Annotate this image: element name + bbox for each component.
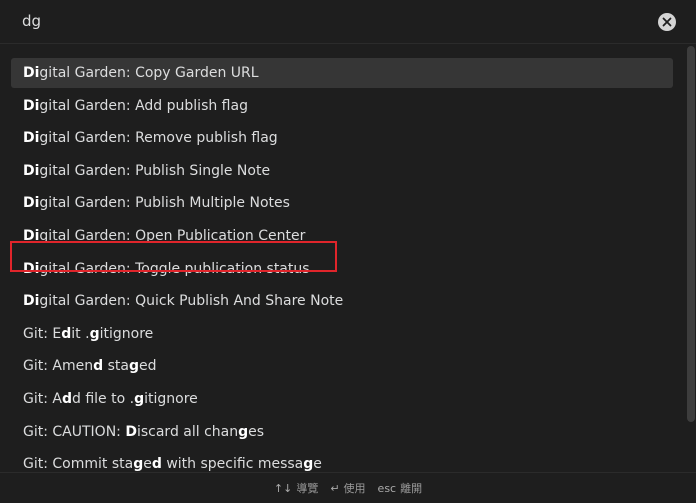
search-row bbox=[0, 0, 696, 44]
match-highlight: g bbox=[303, 456, 314, 472]
suggestion-item[interactable]: Git: Add file to .gitignore bbox=[11, 384, 673, 414]
suggestion-text: gital Garden: Remove publish flag bbox=[39, 130, 278, 147]
search-input[interactable] bbox=[12, 6, 652, 36]
match-highlight: g bbox=[238, 423, 249, 440]
match-highlight: g bbox=[133, 456, 144, 472]
suggestion-text: e bbox=[313, 456, 322, 472]
use-label: 使用 bbox=[343, 482, 366, 495]
suggestion-text: gital Garden: Copy Garden URL bbox=[39, 65, 259, 81]
suggestion-item[interactable]: Digital Garden: Remove publish flag bbox=[11, 123, 673, 153]
suggestion-item[interactable]: Digital Garden: Quick Publish And Share … bbox=[11, 286, 673, 316]
hint-navigate: ↑↓ 導覽 bbox=[274, 480, 318, 496]
suggestion-text: gital Garden: Add publish flag bbox=[39, 97, 248, 114]
suggestion-text: with specific messa bbox=[161, 456, 304, 472]
suggestion-item[interactable]: Digital Garden: Add publish flag bbox=[11, 91, 673, 121]
dismiss-key: esc bbox=[377, 481, 397, 495]
match-highlight: Di bbox=[23, 162, 40, 179]
command-palette: Digital Garden: Copy Garden URLDigital G… bbox=[0, 0, 696, 503]
suggestion-text: Git: E bbox=[23, 325, 62, 342]
match-highlight: Di bbox=[23, 228, 40, 244]
match-highlight: Di bbox=[23, 97, 40, 114]
suggestion-item[interactable]: Digital Garden: Open Publication Center bbox=[11, 221, 673, 251]
suggestion-text: iscard all chan bbox=[136, 423, 239, 440]
suggestion-text: Git: Commit sta bbox=[23, 456, 134, 472]
suggestion-text: Git: Amen bbox=[23, 358, 94, 375]
suggestion-item[interactable]: Git: Edit .gitignore bbox=[11, 319, 673, 349]
match-highlight: Di bbox=[23, 65, 40, 81]
close-icon bbox=[662, 17, 672, 27]
match-highlight: d bbox=[61, 391, 73, 407]
navigate-label: 導覽 bbox=[296, 482, 319, 495]
suggestion-text: itignore bbox=[144, 391, 198, 407]
suggestion-text: itignore bbox=[99, 325, 154, 342]
match-highlight: g bbox=[89, 325, 100, 342]
suggestion-item[interactable]: Digital Garden: Publish Multiple Notes bbox=[11, 188, 673, 218]
hint-use: ↵ 使用 bbox=[330, 480, 365, 496]
match-highlight: g bbox=[134, 391, 145, 407]
suggestion-text: es bbox=[248, 423, 265, 440]
match-highlight: d bbox=[61, 325, 72, 342]
match-highlight: g bbox=[128, 358, 139, 375]
suggestion-text: sta bbox=[103, 358, 129, 375]
clear-search-button[interactable] bbox=[658, 13, 676, 31]
suggestion-text: gital Garden: Publish Single Note bbox=[39, 162, 271, 179]
instructions-footer: ↑↓ 導覽 ↵ 使用 esc 離開 bbox=[0, 472, 696, 503]
suggestion-text: d file to . bbox=[72, 391, 135, 407]
scrollbar-thumb[interactable] bbox=[687, 46, 695, 422]
suggestion-text: Git: A bbox=[23, 391, 62, 407]
suggestion-item[interactable]: Git: CAUTION: Discard all changes bbox=[11, 417, 673, 447]
suggestion-list: Digital Garden: Copy Garden URL Digital G… bbox=[0, 45, 696, 472]
dismiss-label: 離開 bbox=[400, 482, 423, 495]
match-highlight: d bbox=[93, 358, 104, 375]
suggestion-item[interactable]: Digital Garden: Toggle publication statu… bbox=[11, 254, 673, 284]
suggestion-text: gital Garden: Publish Multiple Notes bbox=[39, 195, 290, 212]
suggestion-text: e bbox=[143, 456, 152, 472]
navigate-key: ↑↓ bbox=[273, 481, 293, 495]
suggestion-text: gital Garden: Open Publication Center bbox=[39, 228, 306, 244]
suggestion-item[interactable]: Digital Garden: Publish Single Note bbox=[11, 156, 673, 186]
match-highlight: Di bbox=[23, 130, 40, 147]
suggestion-item[interactable]: Digital Garden: Copy Garden URL bbox=[11, 58, 673, 88]
suggestion-text: it . bbox=[71, 325, 90, 342]
suggestion-text: gital Garden: Quick Publish And Share No… bbox=[39, 293, 344, 310]
match-highlight: Di bbox=[23, 260, 40, 277]
match-highlight: D bbox=[125, 423, 137, 440]
hint-dismiss: esc 離開 bbox=[378, 480, 423, 496]
suggestion-item[interactable]: Git: Amend staged bbox=[11, 351, 673, 381]
suggestion-text: gital Garden: Toggle publication status bbox=[39, 260, 310, 277]
suggestion-item[interactable]: Git: Commit staged with specific message bbox=[11, 449, 673, 472]
use-key: ↵ bbox=[330, 481, 340, 495]
match-highlight: d bbox=[151, 456, 162, 472]
match-highlight: Di bbox=[23, 195, 40, 212]
suggestion-text: Git: CAUTION: bbox=[23, 423, 126, 440]
match-highlight: Di bbox=[23, 293, 40, 310]
suggestion-text: ed bbox=[138, 358, 157, 375]
